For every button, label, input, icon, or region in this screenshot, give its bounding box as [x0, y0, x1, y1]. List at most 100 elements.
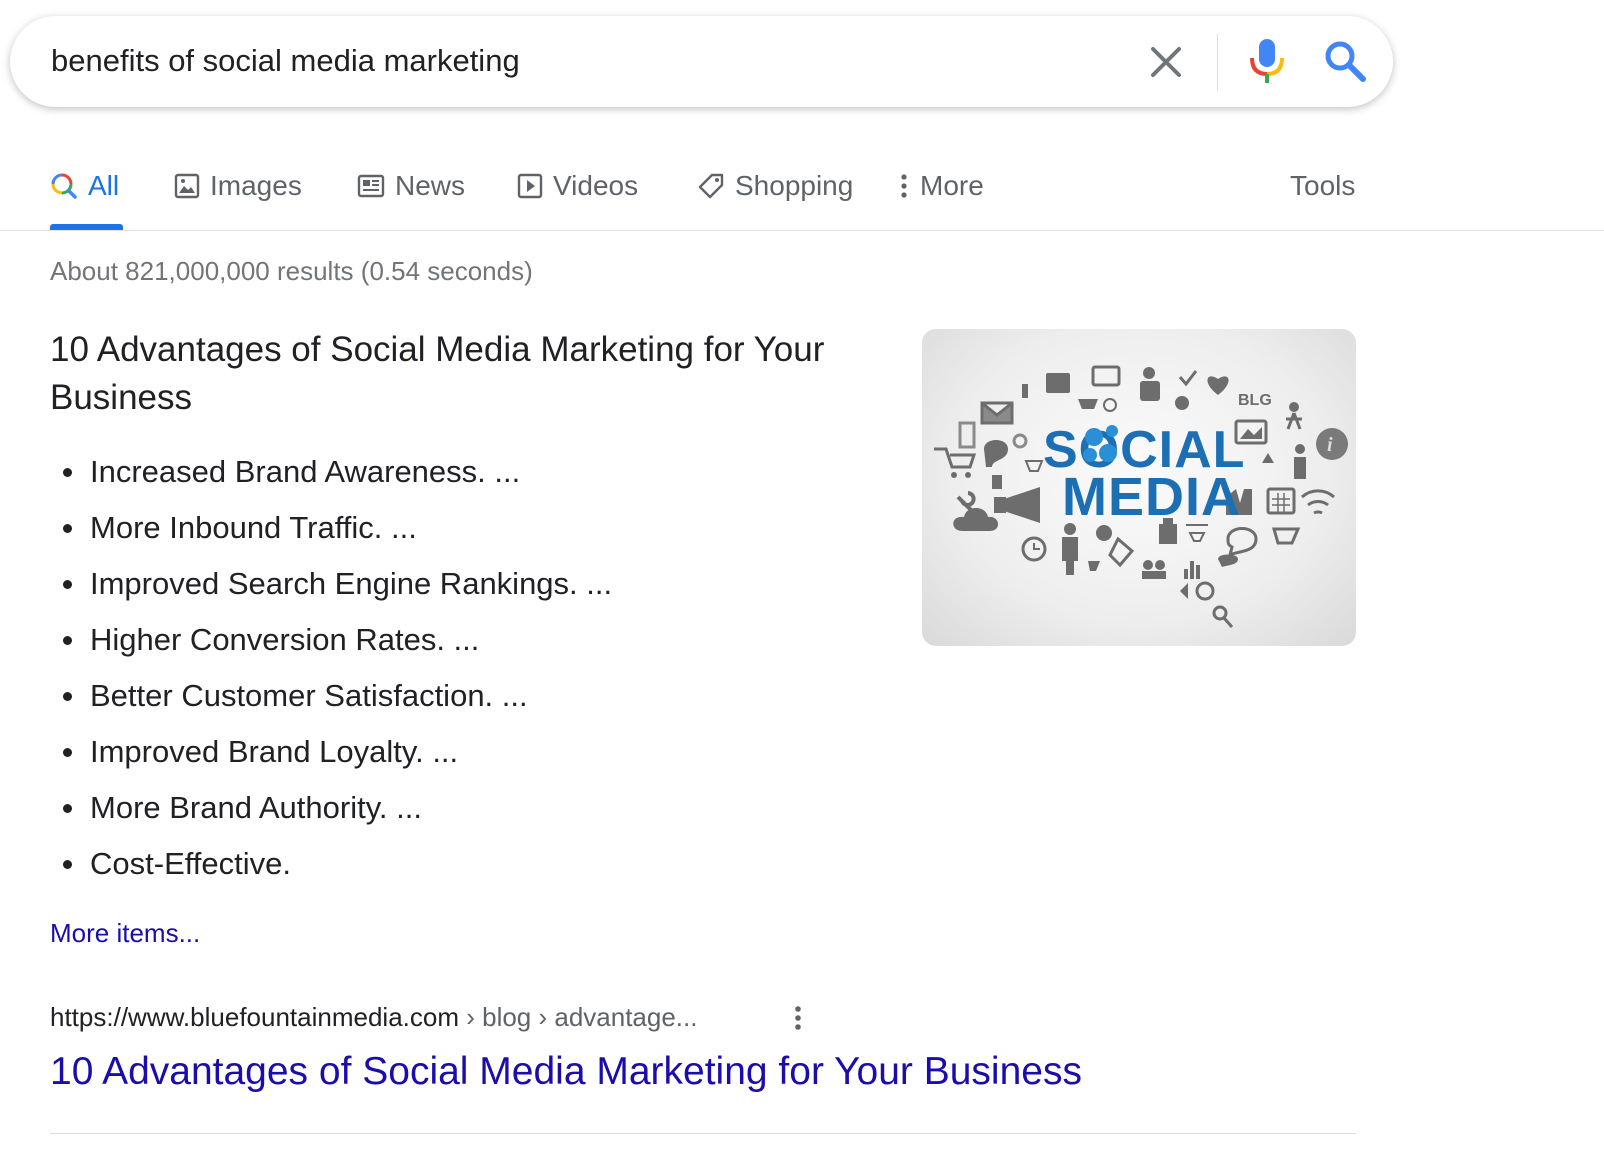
- tab-all-label: All: [88, 170, 120, 201]
- featured-snippet-list: Increased Brand Awareness. ... More Inbo…: [50, 444, 612, 892]
- at-icon: [1103, 398, 1117, 412]
- list-item-text: Higher Conversion Rates. ...: [90, 622, 480, 657]
- walker-icon: [1289, 402, 1299, 412]
- tab-images[interactable]: Images: [174, 166, 302, 206]
- chat-bubble-icon: [1226, 527, 1258, 559]
- tab-all[interactable]: All: [50, 166, 119, 206]
- list-item: Better Customer Satisfaction. ...: [50, 668, 612, 724]
- search-box: [10, 16, 1393, 107]
- tab-more[interactable]: More: [900, 166, 984, 206]
- battery-icon: [1022, 384, 1028, 398]
- graduate-icon: [1096, 525, 1112, 541]
- bag-icon: [958, 421, 976, 449]
- tab-shopping[interactable]: Shopping: [697, 166, 853, 206]
- search-box-divider: [1217, 34, 1218, 90]
- bullet: [63, 468, 72, 477]
- calendar-icon: [1266, 487, 1296, 515]
- featured-snippet-image[interactable]: BLG i SOCIAL MEDIA: [922, 329, 1356, 646]
- people-icon: [1143, 367, 1155, 379]
- list-item: Improved Brand Loyalty. ...: [50, 724, 612, 780]
- lock-icon: [1020, 495, 1028, 505]
- search-icon: [1325, 41, 1366, 82]
- tab-news[interactable]: News: [357, 166, 465, 206]
- voice-search-button[interactable]: [1246, 36, 1288, 86]
- result-domain: https://www.bluefountainmedia.com: [50, 1002, 459, 1032]
- tools-button[interactable]: Tools: [1290, 166, 1355, 206]
- list-item-text: Increased Brand Awareness. ...: [90, 454, 521, 489]
- speech-icon: [1218, 554, 1238, 567]
- list-item-text: Improved Brand Loyalty. ...: [90, 734, 459, 769]
- image-icon: [174, 173, 200, 199]
- featured-snippet-title: 10 Advantages of Social Media Marketing …: [50, 330, 825, 417]
- speaker-icon: [1180, 583, 1188, 599]
- result-url[interactable]: https://www.bluefountainmedia.com › blog…: [50, 1002, 697, 1033]
- search-multicolor-icon: [50, 172, 78, 200]
- list-item: Increased Brand Awareness. ...: [50, 444, 612, 500]
- wifi-icon: [1301, 489, 1335, 515]
- video-icon: [1046, 373, 1070, 393]
- search-tabs: All Images News Videos Shopping More Too…: [0, 158, 1604, 231]
- tab-news-label: News: [395, 170, 466, 201]
- list-item-text: Improved Search Engine Rankings. ...: [90, 566, 613, 601]
- bullet: [63, 580, 72, 589]
- list-item: More Brand Authority. ...: [50, 780, 612, 836]
- result-breadcrumb-path: › blog › advantage...: [459, 1002, 698, 1032]
- close-icon: [1151, 47, 1181, 77]
- svg-text:i: i: [1327, 434, 1333, 456]
- bulb-icon: [1012, 433, 1028, 449]
- result-divider: [50, 1133, 1356, 1134]
- shopping-cart-icon: [934, 447, 977, 469]
- bullet: [63, 804, 72, 813]
- list-item: More Inbound Traffic. ...: [50, 500, 612, 556]
- cart-small-icon: [1186, 524, 1208, 542]
- magnifier-icon: [1212, 605, 1228, 621]
- cloud-icon: [953, 508, 999, 531]
- mail-icon: [980, 401, 1014, 425]
- list-item-text: Better Customer Satisfaction. ...: [90, 678, 528, 713]
- tools-label: Tools: [1290, 170, 1356, 201]
- result-stats: About 821,000,000 results (0.54 seconds): [50, 256, 533, 286]
- image-text-media: MEDIA: [1062, 467, 1241, 527]
- bullet: [63, 860, 72, 869]
- tab-shopping-label: Shopping: [735, 170, 854, 201]
- search-input[interactable]: [51, 38, 1051, 84]
- search-button[interactable]: [1323, 39, 1367, 83]
- phone-icon: [992, 475, 1002, 489]
- newspaper-icon: [357, 174, 385, 198]
- sun-icon: [1175, 396, 1189, 410]
- check-icon: [1178, 370, 1198, 387]
- small-cart-icon: [1088, 561, 1100, 571]
- bell-icon: [1262, 453, 1274, 463]
- list-item-text: More Inbound Traffic. ...: [90, 510, 417, 545]
- tab-videos-label: Videos: [553, 170, 639, 201]
- active-tab-indicator: [50, 224, 123, 230]
- bullet: [63, 748, 72, 757]
- tab-images-label: Images: [210, 170, 302, 201]
- more-items-link[interactable]: More items...: [50, 918, 200, 949]
- bullet: [63, 692, 72, 701]
- list-item: Improved Search Engine Rankings. ...: [50, 556, 612, 612]
- list-item-text: More Brand Authority. ...: [90, 790, 422, 825]
- social-media-illustration: BLG i SOCIAL MEDIA: [934, 365, 1348, 628]
- cart-outline-icon: [1024, 460, 1044, 472]
- result-title-link[interactable]: 10 Advantages of Social Media Marketing …: [50, 1050, 1082, 1094]
- group-icon: [1143, 560, 1153, 570]
- bullet: [63, 636, 72, 645]
- vertical-dots-icon: [795, 1006, 801, 1030]
- bar-chart-icon: [1184, 569, 1188, 579]
- cart-icon: [1078, 399, 1098, 409]
- list-item-text: Cost-Effective.: [90, 846, 292, 881]
- card-icon: [1091, 365, 1121, 387]
- clear-search-button[interactable]: [1146, 42, 1186, 82]
- blog-icon: BLG: [1238, 392, 1272, 409]
- brain-icon: [984, 440, 1008, 467]
- timer-icon: [1195, 581, 1215, 601]
- heart-icon: [1207, 376, 1229, 395]
- list-item: Higher Conversion Rates. ...: [50, 612, 612, 668]
- tab-videos[interactable]: Videos: [517, 166, 638, 206]
- play-box-icon: [517, 173, 543, 199]
- result-options-button[interactable]: [788, 1004, 808, 1034]
- pen-icon: [1108, 536, 1135, 568]
- bullet: [63, 524, 72, 533]
- vertical-dots-icon: [900, 173, 908, 199]
